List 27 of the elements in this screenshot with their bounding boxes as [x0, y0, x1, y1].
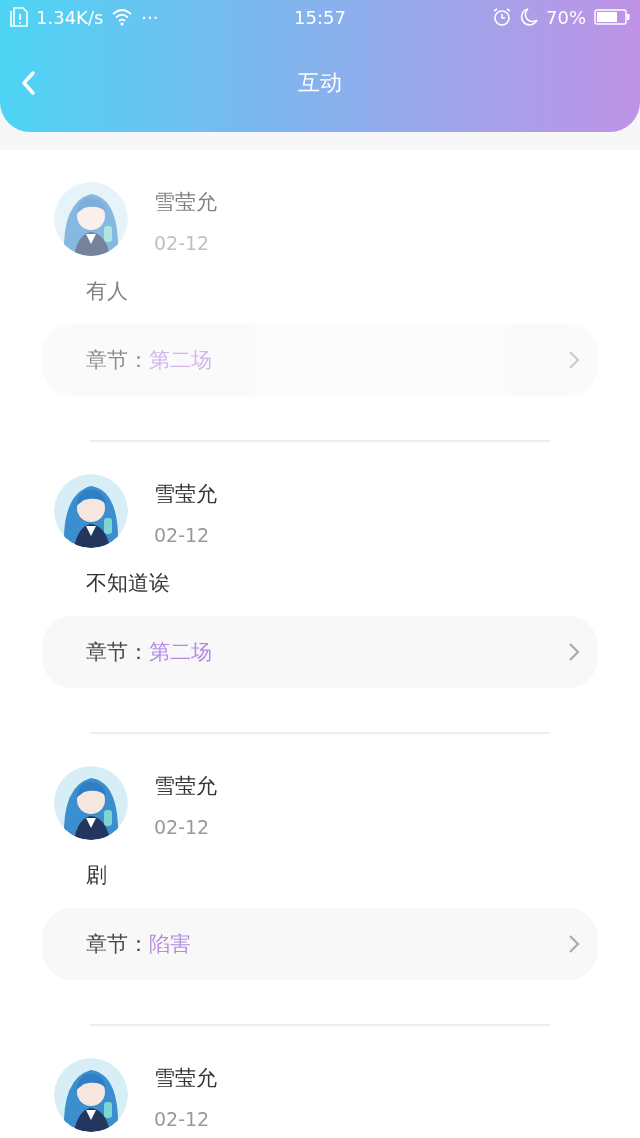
comment-text: 不知道诶 — [86, 570, 171, 597]
sim-card-icon — [10, 7, 28, 27]
moon-icon — [520, 7, 538, 27]
user-name: 雪莹允 — [154, 773, 217, 800]
chevron-icon — [568, 350, 580, 370]
comment-text: 有人 — [86, 278, 129, 305]
chevron-icon — [568, 642, 580, 662]
more-indicator: ··· — [141, 6, 159, 28]
wifi-icon — [111, 8, 134, 26]
comment-date: 02-12 — [154, 232, 211, 254]
alarm-icon — [492, 7, 512, 27]
chapter-link[interactable]: 章节：陷害 — [42, 908, 598, 980]
chevron-icon — [568, 934, 580, 954]
comment-text: 剧 — [86, 862, 108, 889]
clock-time: 15:57 — [294, 6, 346, 28]
user-name: 雪莹允 — [154, 189, 217, 216]
back-icon[interactable] — [20, 70, 36, 96]
network-speed: 1.34K/s — [36, 6, 104, 28]
page-title: 互动 — [298, 69, 342, 97]
comment-date: 02-12 — [154, 1108, 211, 1130]
comment-date: 02-12 — [154, 816, 211, 838]
user-name: 雪莹允 — [154, 481, 217, 508]
chapter-link[interactable]: 章节：第二场 — [42, 616, 598, 688]
user-name: 雪莹允 — [154, 1065, 217, 1092]
battery-icon — [594, 8, 630, 26]
battery-percent: 70% — [546, 6, 586, 28]
comment-date: 02-12 — [154, 524, 211, 546]
